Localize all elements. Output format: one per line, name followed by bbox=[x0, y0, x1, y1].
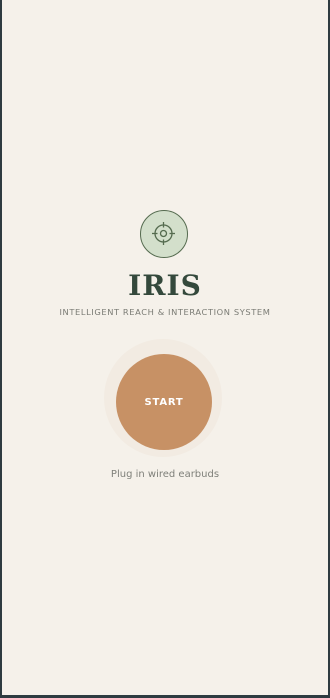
crosshair-icon bbox=[152, 222, 175, 245]
app-subtitle: INTELLIGENT REACH & INTERACTION SYSTEM bbox=[59, 307, 271, 317]
app-title: IRIS bbox=[128, 269, 202, 302]
start-button[interactable]: START bbox=[116, 354, 212, 450]
start-button-label: START bbox=[144, 396, 184, 408]
logo-badge bbox=[140, 210, 188, 258]
status-hint: Plug in wired earbuds bbox=[110, 469, 220, 480]
app-screen: IRIS INTELLIGENT REACH & INTERACTION SYS… bbox=[2, 0, 328, 695]
